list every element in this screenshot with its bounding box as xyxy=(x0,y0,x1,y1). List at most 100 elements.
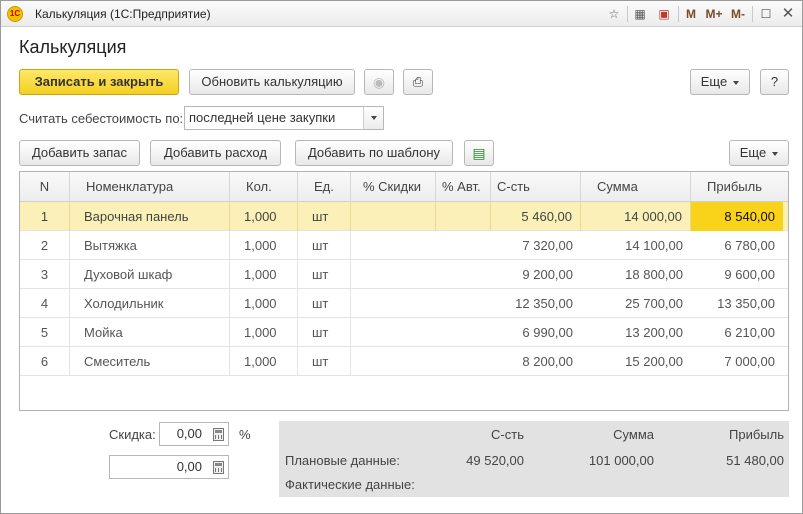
cell-item: Холодильник xyxy=(70,289,230,318)
help-button[interactable]: ? xyxy=(760,69,789,95)
app-logo-icon[interactable]: 1С xyxy=(7,6,23,22)
cell-cost: 8 200,00 xyxy=(522,354,573,369)
table-more-button[interactable]: Еще xyxy=(729,140,789,166)
memory-m-button[interactable]: M xyxy=(682,5,700,23)
form-title: Калькуляция xyxy=(19,37,127,57)
cell-sum: 13 200,00 xyxy=(625,325,683,340)
cell-sum: 14 100,00 xyxy=(625,238,683,253)
discount-percent-value: 0,00 xyxy=(176,426,202,441)
summary-header-sum: Сумма xyxy=(613,427,654,442)
favorites-star-icon[interactable]: ☆ xyxy=(605,5,623,23)
summary-panel: С-сть Сумма Прибыль Плановые данные: 49 … xyxy=(279,421,789,497)
memory-minus-button[interactable]: M- xyxy=(728,5,748,23)
cell-sum: 25 700,00 xyxy=(625,296,683,311)
cell-qty: 1,000 xyxy=(230,260,298,289)
column-header-discount[interactable]: % Скидки xyxy=(351,172,436,202)
summary-header-profit: Прибыль xyxy=(729,427,784,442)
table-header: N Номенклатура Кол. Ед. % Скидки % Авт. … xyxy=(20,172,788,202)
add-expense-button[interactable]: Добавить расход xyxy=(150,140,281,166)
print-icon[interactable]: ⎙ xyxy=(403,69,433,95)
cell-profit: 6 780,00 xyxy=(724,238,775,253)
table-row[interactable]: 5 Мойка 1,000 шт 6 990,00 13 200,00 6 21… xyxy=(20,318,788,347)
calculator-icon[interactable]: ▦ xyxy=(631,5,649,23)
column-header-auto[interactable]: % Авт. xyxy=(436,172,491,202)
discount-percent-field[interactable]: 0,00 xyxy=(159,422,229,446)
column-header-profit[interactable]: Прибыль xyxy=(691,172,788,202)
percent-sign: % xyxy=(239,427,251,442)
calculator-icon[interactable] xyxy=(213,461,224,474)
cell-n: 3 xyxy=(20,260,70,289)
title-separator xyxy=(752,6,753,22)
save-and-close-button[interactable]: Записать и закрыть xyxy=(19,69,179,95)
maximize-icon[interactable]: ☐ xyxy=(757,5,775,23)
cell-item: Вытяжка xyxy=(70,231,230,260)
cell-sum: 18 800,00 xyxy=(625,267,683,282)
calculator-icon[interactable] xyxy=(213,428,224,441)
cost-by-label: Считать себестоимость по: xyxy=(19,111,184,126)
discount-label: Скидка: xyxy=(109,427,156,442)
more-label: Еще xyxy=(700,74,728,89)
cell-cost: 9 200,00 xyxy=(522,267,573,282)
cell-discount xyxy=(351,202,436,231)
cell-item: Варочная панель xyxy=(70,202,230,231)
cell-profit[interactable]: 8 540,00 xyxy=(691,202,783,231)
add-stock-button[interactable]: Добавить запас xyxy=(19,140,140,166)
discount-amount-field[interactable]: 0,00 xyxy=(109,455,229,479)
cell-auto xyxy=(436,318,491,347)
spreadsheet-icon[interactable]: ▤ xyxy=(464,140,494,166)
table-row[interactable]: 1 Варочная панель 1,000 шт 5 460,00 14 0… xyxy=(20,202,788,231)
cell-profit: 7 000,00 xyxy=(724,354,775,369)
cell-discount xyxy=(351,231,436,260)
more-button[interactable]: Еще xyxy=(690,69,750,95)
actual-label: Фактические данные: xyxy=(285,477,415,492)
cell-n: 6 xyxy=(20,347,70,376)
table-row[interactable]: 4 Холодильник 1,000 шт 12 350,00 25 700,… xyxy=(20,289,788,318)
cell-item: Смеситель xyxy=(70,347,230,376)
cell-discount xyxy=(351,260,436,289)
table-row[interactable]: 3 Духовой шкаф 1,000 шт 9 200,00 18 800,… xyxy=(20,260,788,289)
cell-discount xyxy=(351,318,436,347)
table-more-label: Еще xyxy=(739,145,767,160)
cell-cost: 7 320,00 xyxy=(522,238,573,253)
column-header-n[interactable]: N xyxy=(20,172,70,202)
cell-profit: 9 600,00 xyxy=(724,267,775,282)
cell-unit: шт xyxy=(298,289,351,318)
planned-cost: 49 520,00 xyxy=(466,453,524,468)
planned-sum: 101 000,00 xyxy=(588,453,654,468)
close-icon[interactable]: ✕ xyxy=(779,5,797,23)
add-by-template-button[interactable]: Добавить по шаблону xyxy=(295,140,453,166)
calendar-icon[interactable]: ▣ xyxy=(655,5,673,23)
cell-auto xyxy=(436,231,491,260)
chevron-down-icon xyxy=(733,80,740,85)
app-window: 1С Калькуляция (1С:Предприятие) ☆ ▦ ▣ M … xyxy=(0,0,803,514)
column-header-cost[interactable]: С-сть xyxy=(491,172,581,202)
table-row[interactable]: 2 Вытяжка 1,000 шт 7 320,00 14 100,00 6 … xyxy=(20,231,788,260)
planned-label: Плановые данные: xyxy=(285,453,401,468)
cell-unit: шт xyxy=(298,318,351,347)
cell-auto xyxy=(436,202,491,231)
memory-plus-button[interactable]: M+ xyxy=(703,5,725,23)
cell-discount xyxy=(351,347,436,376)
dropdown-arrow-icon[interactable] xyxy=(363,107,383,129)
column-header-item[interactable]: Номенклатура xyxy=(70,172,230,202)
discount-amount-value: 0,00 xyxy=(176,459,202,474)
cell-profit: 13 350,00 xyxy=(717,296,775,311)
eye-icon[interactable]: ◉ xyxy=(364,69,394,95)
column-header-qty[interactable]: Кол. xyxy=(230,172,298,202)
column-header-unit[interactable]: Ед. xyxy=(298,172,351,202)
cell-sum: 14 000,00 xyxy=(581,202,691,231)
calculation-table: N Номенклатура Кол. Ед. % Скидки % Авт. … xyxy=(19,171,789,411)
table-row[interactable]: 6 Смеситель 1,000 шт 8 200,00 15 200,00 … xyxy=(20,347,788,376)
cell-qty: 1,000 xyxy=(230,318,298,347)
cell-profit: 6 210,00 xyxy=(724,325,775,340)
cell-cost: 12 350,00 xyxy=(515,296,573,311)
title-separator xyxy=(627,6,628,22)
cost-by-select[interactable]: последней цене закупки xyxy=(184,106,384,130)
cell-auto xyxy=(436,289,491,318)
refresh-calculation-button[interactable]: Обновить калькуляцию xyxy=(189,69,355,95)
cell-n: 5 xyxy=(20,318,70,347)
cell-unit: шт xyxy=(298,231,351,260)
cell-qty: 1,000 xyxy=(230,231,298,260)
column-header-sum[interactable]: Сумма xyxy=(581,172,691,202)
cell-n: 4 xyxy=(20,289,70,318)
